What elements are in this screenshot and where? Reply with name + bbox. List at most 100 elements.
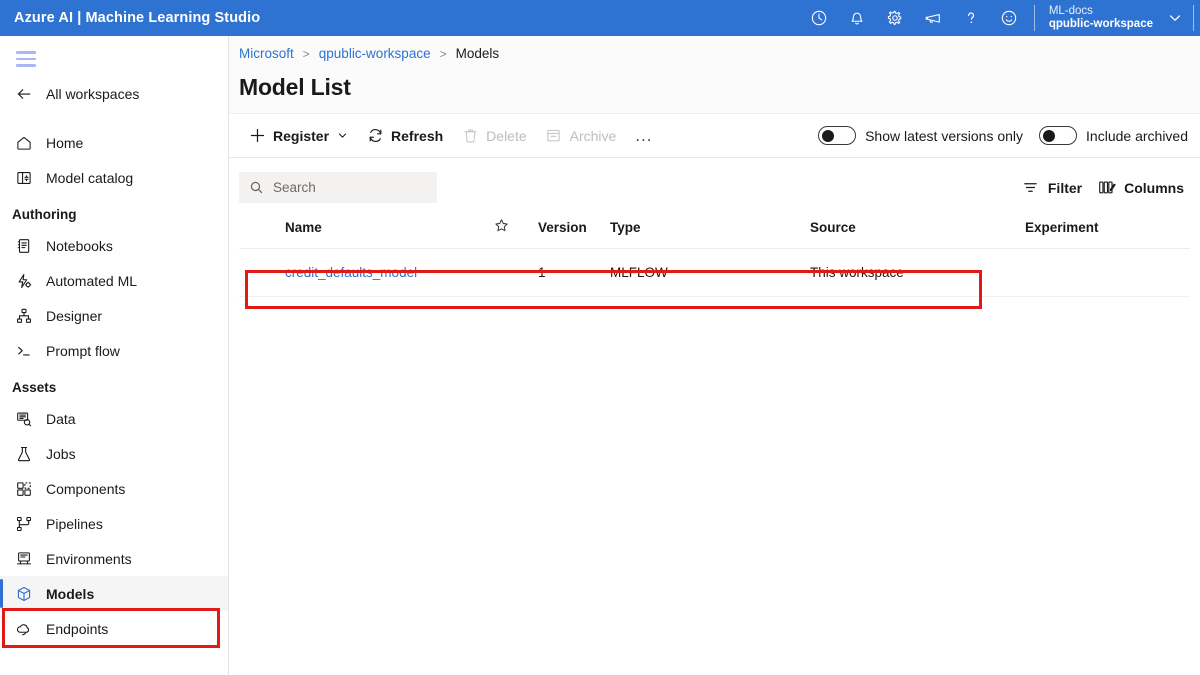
more-horizontal-icon[interactable]: ... [625, 120, 662, 152]
sidebar-item-pipelines[interactable]: Pipelines [0, 506, 228, 541]
sidebar-item-label: Endpoints [46, 621, 108, 637]
sidebar-item-model-catalog[interactable]: Model catalog [0, 160, 228, 195]
sidebar-item-home[interactable]: Home [0, 125, 228, 160]
sidebar-item-label: Models [46, 586, 94, 602]
search-box[interactable]: Search [239, 172, 437, 203]
hamburger-bar [16, 64, 36, 67]
gear-settings-icon[interactable] [876, 0, 914, 36]
search-icon [249, 180, 264, 195]
column-header-version[interactable]: Version [538, 210, 610, 249]
table-row[interactable]: credit_defaults_model 1 MLFLOW This work… [239, 249, 1190, 297]
cell-experiment [1025, 249, 1190, 297]
breadcrumb-workspace[interactable]: qpublic-workspace [319, 46, 431, 61]
sidebar-item-prompt-flow[interactable]: Prompt flow [0, 333, 228, 368]
sidebar-item-label: Data [46, 411, 76, 427]
sidebar-item-label: Model catalog [46, 170, 133, 186]
sidebar-item-label: Notebooks [46, 238, 113, 254]
sidebar-item-label: Home [46, 135, 83, 151]
endpoints-cloud-icon [14, 619, 34, 639]
cell-favorite[interactable] [494, 249, 538, 297]
cell-source: This workspace [810, 249, 1025, 297]
register-button[interactable]: Register [239, 120, 357, 152]
question-help-icon[interactable] [952, 0, 990, 36]
sidebar-item-label: Automated ML [46, 273, 137, 289]
bell-notification-icon[interactable] [838, 0, 876, 36]
designer-icon [14, 306, 34, 326]
sidebar-spacer [0, 117, 228, 125]
model-name-link[interactable]: credit_defaults_model [285, 265, 417, 280]
models-cube-icon [14, 584, 34, 604]
hamburger-bar [16, 51, 36, 54]
arrow-left-icon [14, 84, 34, 104]
filter-button[interactable]: Filter [1022, 179, 1082, 197]
workspace-selector-text: ML-docs qpublic-workspace [1049, 5, 1153, 31]
chevron-down-icon [337, 130, 348, 141]
sidebar-item-notebooks[interactable]: Notebooks [0, 228, 228, 263]
sidebar-item-label: Environments [46, 551, 132, 567]
cell-version: 1 [538, 249, 610, 297]
archive-button-label: Archive [570, 128, 617, 144]
archive-icon [545, 127, 563, 145]
sidebar-item-models[interactable]: Models [0, 576, 228, 611]
column-header-source[interactable]: Source [810, 210, 1025, 249]
workspace-name: qpublic-workspace [1049, 18, 1153, 31]
trash-icon [461, 127, 479, 145]
sidebar-section-assets: Assets [0, 368, 228, 401]
sidebar-item-environments[interactable]: Environments [0, 541, 228, 576]
breadcrumb: Microsoft > qpublic-workspace > Models [229, 46, 1200, 61]
workspace-directory: ML-docs [1049, 5, 1153, 18]
app-brand-title: Azure AI | Machine Learning Studio [0, 10, 260, 26]
top-navigation-bar: Azure AI | Machine Learning Studio [0, 0, 1200, 36]
command-toolbar: Register Refres [229, 113, 1200, 158]
breadcrumb-current: Models [456, 46, 500, 61]
list-toolbar: Search Filter [239, 158, 1190, 210]
sidebar-item-automated-ml[interactable]: Automated ML [0, 263, 228, 298]
search-input[interactable]: Search [273, 180, 316, 195]
show-latest-versions-toggle-wrap: Show latest versions only [818, 126, 1023, 145]
sidebar-item-all-workspaces[interactable]: All workspaces [0, 76, 228, 111]
sidebar-section-authoring: Authoring [0, 195, 228, 228]
pipelines-icon [14, 514, 34, 534]
azure-ml-studio-window: Azure AI | Machine Learning Studio [0, 0, 1200, 675]
refresh-button[interactable]: Refresh [357, 120, 452, 152]
smiley-feedback-icon[interactable] [990, 0, 1028, 36]
list-actions: Filter Columns [1022, 179, 1190, 197]
sidebar-item-label: Prompt flow [46, 343, 120, 359]
sidebar-item-components[interactable]: Components [0, 471, 228, 506]
filter-button-label: Filter [1048, 180, 1082, 196]
sidebar-item-jobs[interactable]: Jobs [0, 436, 228, 471]
workspace-selector[interactable]: ML-docs qpublic-workspace [1041, 0, 1187, 36]
register-button-label: Register [273, 128, 329, 144]
environments-icon [14, 549, 34, 569]
include-archived-toggle[interactable] [1039, 126, 1077, 145]
sidebar-item-label: Pipelines [46, 516, 103, 532]
star-outline-icon [494, 218, 509, 233]
show-latest-versions-toggle[interactable] [818, 126, 856, 145]
show-latest-versions-label: Show latest versions only [865, 128, 1023, 144]
sidebar-item-data[interactable]: Data [0, 401, 228, 436]
column-header-type[interactable]: Type [610, 210, 810, 249]
topbar-divider-left [1034, 5, 1035, 31]
column-header-name[interactable]: Name [239, 210, 494, 249]
automated-ml-icon [14, 271, 34, 291]
cell-type: MLFLOW [610, 249, 810, 297]
jobs-flask-icon [14, 444, 34, 464]
sidebar-item-label: Designer [46, 308, 102, 324]
sidebar-item-designer[interactable]: Designer [0, 298, 228, 333]
sidebar-item-endpoints[interactable]: Endpoints [0, 611, 228, 646]
column-header-experiment[interactable]: Experiment [1025, 210, 1190, 249]
prompt-flow-icon [14, 341, 34, 361]
app-body: All workspaces Home [0, 36, 1200, 675]
breadcrumb-root[interactable]: Microsoft [239, 46, 294, 61]
history-clock-icon[interactable] [800, 0, 838, 36]
model-catalog-icon [14, 168, 34, 188]
cell-model-name: credit_defaults_model [239, 249, 494, 297]
topbar-actions: ML-docs qpublic-workspace [800, 0, 1200, 36]
page-title: Model List [229, 61, 1200, 105]
columns-button[interactable]: Columns [1098, 179, 1184, 197]
megaphone-feedback-icon[interactable] [914, 0, 952, 36]
hamburger-menu-icon[interactable] [0, 42, 48, 76]
notebook-icon [14, 236, 34, 256]
refresh-button-label: Refresh [391, 128, 443, 144]
column-header-star[interactable] [494, 210, 538, 249]
